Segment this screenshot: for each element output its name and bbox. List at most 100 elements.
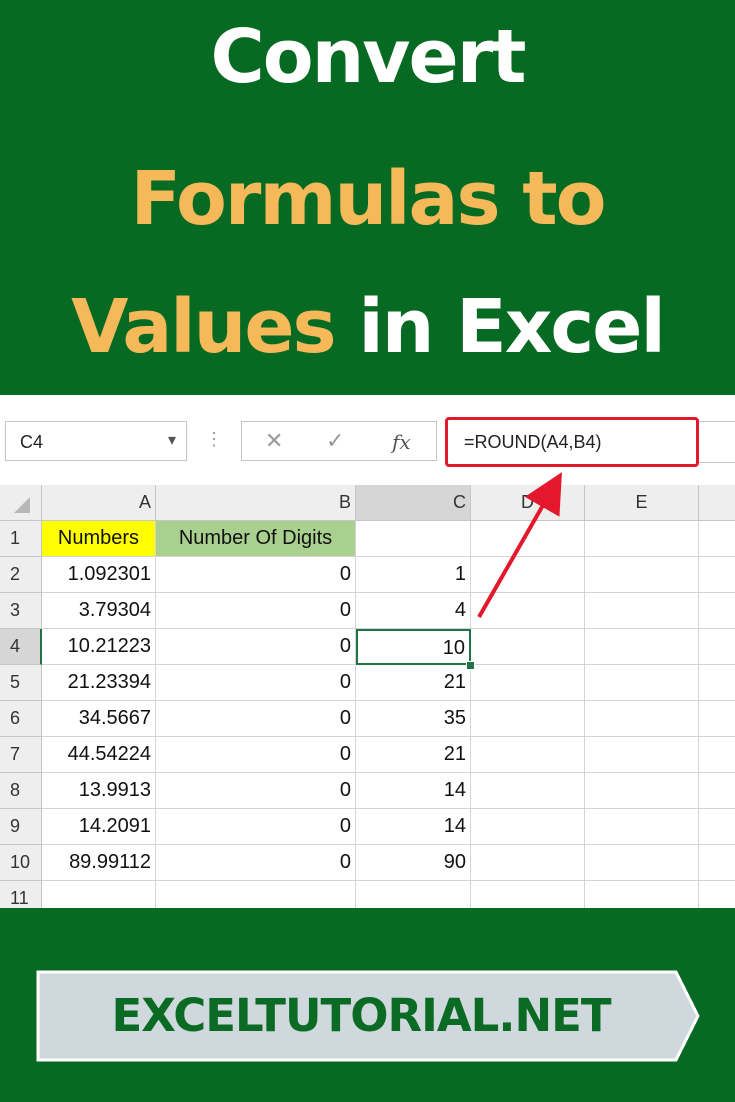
cell-c6[interactable]: 35	[356, 701, 471, 737]
cell-e11[interactable]	[585, 881, 699, 908]
fx-icon[interactable]: fx	[392, 430, 411, 454]
cell-d6[interactable]	[471, 701, 585, 737]
cell-c2[interactable]: 1	[356, 557, 471, 593]
cell-e1[interactable]	[585, 521, 699, 557]
cell-f9[interactable]	[699, 809, 735, 845]
cell-a7[interactable]: 44.54224	[42, 737, 156, 773]
formula-input-extension[interactable]	[699, 421, 735, 463]
title-line-3: Values in Excel	[0, 290, 735, 364]
row-header[interactable]: 6	[0, 701, 42, 737]
brand-footer[interactable]: EXCELTUTORIAL.NET	[36, 970, 700, 1062]
cell-d8[interactable]	[471, 773, 585, 809]
cell-f7[interactable]	[699, 737, 735, 773]
row-header[interactable]: 10	[0, 845, 42, 881]
cell-b8[interactable]: 0	[156, 773, 356, 809]
cell-b7[interactable]: 0	[156, 737, 356, 773]
row-header[interactable]: 1	[0, 521, 42, 557]
row-header[interactable]: 4	[0, 629, 42, 665]
check-icon[interactable]: ✓	[326, 428, 344, 454]
column-header-c[interactable]: C	[356, 485, 471, 521]
cell-b9[interactable]: 0	[156, 809, 356, 845]
cell-c11[interactable]	[356, 881, 471, 908]
row-header[interactable]: 3	[0, 593, 42, 629]
column-header-e[interactable]: E	[585, 485, 699, 521]
cell-e6[interactable]	[585, 701, 699, 737]
cell-f3[interactable]	[699, 593, 735, 629]
cell-c10[interactable]: 90	[356, 845, 471, 881]
cell-e3[interactable]	[585, 593, 699, 629]
column-header-f[interactable]	[699, 485, 735, 521]
cell-a6[interactable]: 34.5667	[42, 701, 156, 737]
name-box[interactable]: C4 ▾	[5, 421, 187, 461]
cell-a3[interactable]: 3.79304	[42, 593, 156, 629]
cell-f2[interactable]	[699, 557, 735, 593]
cell-f1[interactable]	[699, 521, 735, 557]
chevron-down-icon[interactable]: ▾	[168, 430, 176, 450]
cell-d9[interactable]	[471, 809, 585, 845]
cell-f6[interactable]	[699, 701, 735, 737]
table-row: 8 13.9913 0 14	[0, 773, 735, 809]
cell-b5[interactable]: 0	[156, 665, 356, 701]
cell-a1[interactable]: Numbers	[42, 521, 156, 557]
cell-a2[interactable]: 1.092301	[42, 557, 156, 593]
cell-f10[interactable]	[699, 845, 735, 881]
cell-e8[interactable]	[585, 773, 699, 809]
fill-handle[interactable]	[466, 661, 475, 670]
cell-a8[interactable]: 13.9913	[42, 773, 156, 809]
cell-b4[interactable]: 0	[156, 629, 356, 665]
cell-a9[interactable]: 14.2091	[42, 809, 156, 845]
select-all-corner[interactable]	[0, 485, 42, 521]
cell-a5[interactable]: 21.23394	[42, 665, 156, 701]
cell-e5[interactable]	[585, 665, 699, 701]
row-header[interactable]: 2	[0, 557, 42, 593]
cell-d3[interactable]	[471, 593, 585, 629]
cell-f8[interactable]	[699, 773, 735, 809]
cell-d11[interactable]	[471, 881, 585, 908]
cell-d7[interactable]	[471, 737, 585, 773]
cell-d4[interactable]	[471, 629, 585, 665]
close-icon[interactable]: ✕	[265, 428, 283, 454]
cell-e4[interactable]	[585, 629, 699, 665]
column-header-d[interactable]: D	[471, 485, 585, 521]
cell-c5[interactable]: 21	[356, 665, 471, 701]
cell-f11[interactable]	[699, 881, 735, 908]
column-header-a[interactable]: A	[42, 485, 156, 521]
cell-c3[interactable]: 4	[356, 593, 471, 629]
cell-d2[interactable]	[471, 557, 585, 593]
cell-b10[interactable]: 0	[156, 845, 356, 881]
cell-d5[interactable]	[471, 665, 585, 701]
column-header-b[interactable]: B	[156, 485, 356, 521]
cell-c8[interactable]: 14	[356, 773, 471, 809]
cell-a10[interactable]: 89.99112	[42, 845, 156, 881]
cell-d10[interactable]	[471, 845, 585, 881]
cell-f5[interactable]	[699, 665, 735, 701]
cell-c7[interactable]: 21	[356, 737, 471, 773]
cell-a11[interactable]	[42, 881, 156, 908]
cell-a4[interactable]: 10.21223	[42, 629, 156, 665]
title-line-3-accent: Values	[71, 284, 336, 370]
cell-f4[interactable]	[699, 629, 735, 665]
title-line-2: Formulas to	[130, 156, 607, 242]
row-header[interactable]: 11	[0, 881, 42, 908]
cell-e2[interactable]	[585, 557, 699, 593]
cell-e7[interactable]	[585, 737, 699, 773]
formula-input[interactable]: =ROUND(A4,B4)	[445, 417, 699, 467]
cell-b3[interactable]: 0	[156, 593, 356, 629]
cell-b6[interactable]: 0	[156, 701, 356, 737]
drag-handle-icon[interactable]: ⋮	[205, 429, 223, 450]
cell-e10[interactable]	[585, 845, 699, 881]
row-header[interactable]: 9	[0, 809, 42, 845]
row-header[interactable]: 7	[0, 737, 42, 773]
cell-b2[interactable]: 0	[156, 557, 356, 593]
cell-b11[interactable]	[156, 881, 356, 908]
cell-c4-active[interactable]: 10	[356, 629, 471, 665]
cell-c9[interactable]: 14	[356, 809, 471, 845]
table-row: 3 3.79304 0 4	[0, 593, 735, 629]
cell-d1[interactable]	[471, 521, 585, 557]
row-header[interactable]: 8	[0, 773, 42, 809]
cell-c1[interactable]	[356, 521, 471, 557]
brand-text: EXCELTUTORIAL.NET	[111, 989, 611, 1042]
cell-b1[interactable]: Number Of Digits	[156, 521, 356, 557]
row-header[interactable]: 5	[0, 665, 42, 701]
cell-e9[interactable]	[585, 809, 699, 845]
